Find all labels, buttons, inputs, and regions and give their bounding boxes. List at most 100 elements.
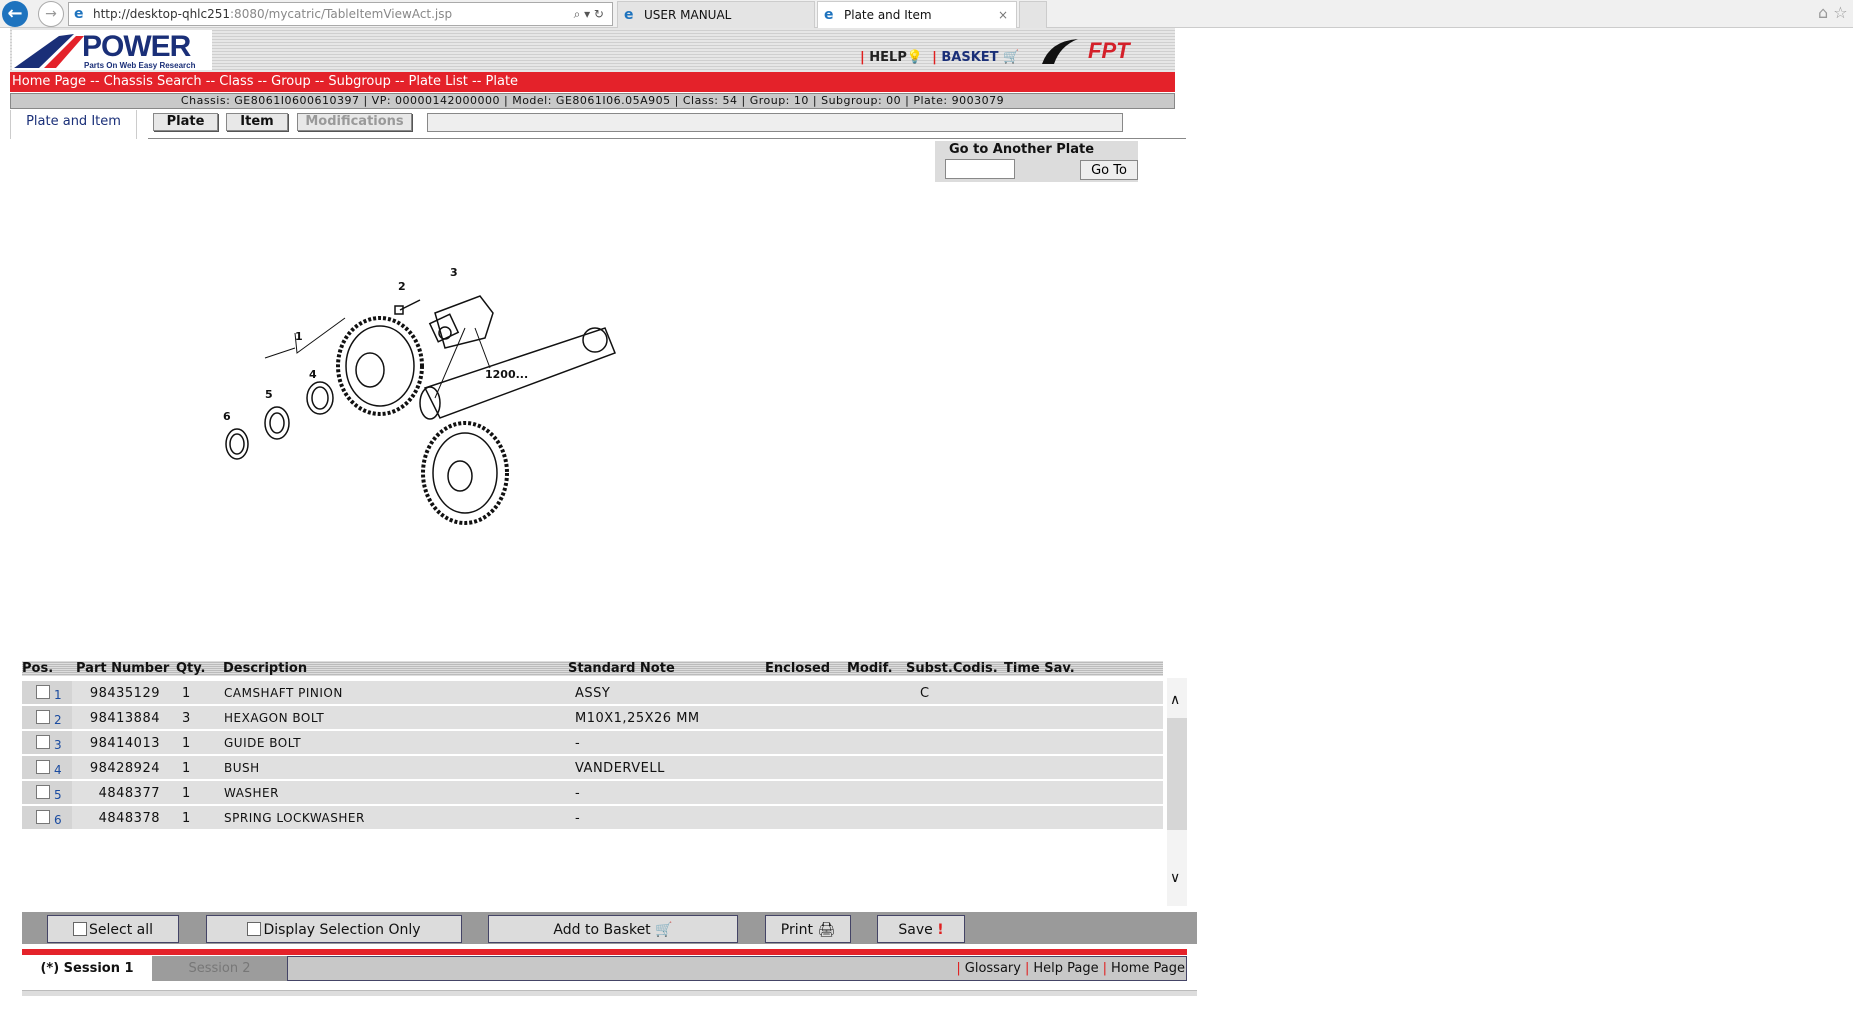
row-standard-note: - [575, 786, 581, 801]
scroll-down-icon[interactable]: ∨ [1170, 870, 1180, 886]
row-qty: 3 [182, 711, 191, 726]
item-button[interactable]: Item [226, 113, 288, 131]
plate-number-input[interactable] [945, 159, 1015, 179]
col-qty: Qty. [176, 661, 206, 676]
row-standard-note: ASSY [575, 686, 611, 701]
row-select-cell [22, 756, 72, 779]
display-selection-checkbox[interactable] [247, 922, 262, 936]
breadcrumb[interactable]: Home Page -- Chassis Search -- Class -- … [10, 72, 1175, 92]
tab-divider [148, 138, 1186, 139]
row-select-cell [22, 781, 72, 804]
table-row[interactable]: 1 98435129 1 CAMSHAFT PINION ASSY C [22, 681, 1163, 704]
basket-link[interactable]: BASKET [941, 50, 998, 65]
col-description: Description [223, 661, 308, 676]
table-row[interactable]: 2 98413884 3 HEXAGON BOLT M10X1,25X26 MM [22, 706, 1163, 729]
row-checkbox[interactable] [36, 760, 50, 774]
select-all-checkbox[interactable] [73, 922, 87, 936]
ie-icon: e [74, 6, 84, 22]
exploded-parts-diagram[interactable]: 1 2 3 4 5 6 1200... [215, 258, 635, 530]
power-logo[interactable]: POWER Parts On Web Easy Research [12, 30, 212, 70]
browser-tab-user-manual[interactable]: e USER MANUAL [617, 1, 815, 28]
callout-5[interactable]: 5 [265, 388, 273, 401]
go-to-button[interactable]: Go To [1080, 160, 1138, 180]
scrollbar-thumb[interactable] [1167, 718, 1187, 830]
row-qty: 1 [182, 761, 191, 776]
search-refresh-icon[interactable]: ⌕ ▾ ↻ [574, 3, 604, 25]
row-checkbox[interactable] [36, 810, 50, 824]
table-row[interactable]: 5 4848377 1 WASHER - [22, 781, 1163, 804]
tab-plate-and-item[interactable]: Plate and Item [10, 110, 137, 139]
row-checkbox[interactable] [36, 685, 50, 699]
callout-6[interactable]: 6 [223, 410, 231, 423]
row-part-number: 4848377 [98, 786, 160, 801]
bottom-bar [22, 990, 1197, 996]
hexagon-bolt [394, 299, 421, 315]
message-field [427, 113, 1123, 132]
row-part-number: 98428924 [89, 761, 160, 776]
cart-icon[interactable]: 🛒 [1003, 50, 1019, 65]
browser-tab-plate-and-item[interactable]: e Plate and Item × [817, 1, 1017, 28]
session-1-tab[interactable]: (*) Session 1 [22, 956, 152, 981]
callout-1200[interactable]: 1200... [485, 368, 528, 381]
add-to-basket-button[interactable]: Add to Basket 🛒 [488, 915, 738, 943]
row-part-number: 98414013 [89, 736, 160, 751]
help-page-link[interactable]: Help Page [1033, 961, 1098, 976]
close-tab-icon[interactable]: × [998, 2, 1008, 29]
header-links: | HELP💡 | BASKET 🛒 [860, 50, 1020, 65]
callout-4[interactable]: 4 [309, 368, 317, 381]
parts-table-header: Pos. Part Number Qty. Description Standa… [22, 661, 1163, 676]
row-select-cell [22, 806, 72, 829]
row-checkbox[interactable] [36, 735, 50, 749]
plate-button[interactable]: Plate [153, 113, 218, 131]
glossary-link[interactable]: Glossary [965, 961, 1021, 976]
row-pos[interactable]: 5 [54, 788, 62, 802]
forward-button[interactable]: → [38, 1, 64, 27]
row-qty: 1 [182, 686, 191, 701]
session-2-tab[interactable]: Session 2 [152, 956, 287, 981]
row-select-cell [22, 731, 72, 754]
row-pos[interactable]: 6 [54, 813, 62, 827]
col-standard-note: Standard Note [568, 661, 675, 676]
tab-label: Plate and Item [844, 8, 932, 22]
row-select-cell [22, 706, 72, 729]
table-row[interactable]: 4 98428924 1 BUSH VANDERVELL [22, 756, 1163, 779]
col-enclosed: Enclosed [765, 661, 831, 676]
row-pos[interactable]: 3 [54, 738, 62, 752]
bush [306, 381, 334, 415]
logo-subtitle: Parts On Web Easy Research [84, 61, 196, 70]
home-icon[interactable]: ⌂ ☆ [1818, 3, 1848, 22]
help-link[interactable]: HELP [869, 50, 907, 65]
row-standard-note: - [575, 736, 581, 751]
row-checkbox[interactable] [36, 785, 50, 799]
row-description: GUIDE BOLT [224, 736, 302, 750]
table-row[interactable]: 3 98414013 1 GUIDE BOLT - [22, 731, 1163, 754]
scroll-up-icon[interactable]: ∧ [1170, 692, 1180, 708]
callout-3[interactable]: 3 [450, 266, 458, 279]
row-pos[interactable]: 2 [54, 713, 62, 727]
fpt-logo: FPT [1040, 36, 1170, 66]
add-to-basket-label: Add to Basket [553, 922, 651, 938]
callout-2[interactable]: 2 [398, 280, 406, 293]
display-selection-button[interactable]: Display Selection Only [206, 915, 462, 943]
back-button[interactable]: ← [2, 1, 28, 27]
row-part-number: 98413884 [89, 711, 160, 726]
row-description: SPRING LOCKWASHER [224, 811, 365, 825]
row-standard-note: VANDERVELL [575, 761, 665, 776]
row-standard-note: - [575, 811, 581, 826]
row-checkbox[interactable] [36, 710, 50, 724]
new-tab-button[interactable] [1019, 1, 1047, 28]
row-pos[interactable]: 4 [54, 763, 62, 777]
ie-icon: e [824, 7, 834, 23]
printer-icon: 🖨 [817, 922, 836, 938]
callout-1[interactable]: 1 [295, 330, 303, 343]
row-pos[interactable]: 1 [54, 688, 62, 702]
modifications-button[interactable]: Modifications [297, 113, 412, 131]
select-all-button[interactable]: Select all [47, 915, 179, 943]
save-button[interactable]: Save ! [877, 915, 965, 943]
table-row[interactable]: 6 4848378 1 SPRING LOCKWASHER - [22, 806, 1163, 829]
address-bar[interactable]: e http://desktop-qhlc251:8080/mycatric/Ta… [68, 2, 613, 26]
washer [264, 406, 290, 440]
print-button[interactable]: Print 🖨 [765, 915, 851, 943]
home-page-link[interactable]: Home Page [1111, 961, 1185, 976]
url-host: http://desktop-qhlc251 [93, 7, 231, 21]
